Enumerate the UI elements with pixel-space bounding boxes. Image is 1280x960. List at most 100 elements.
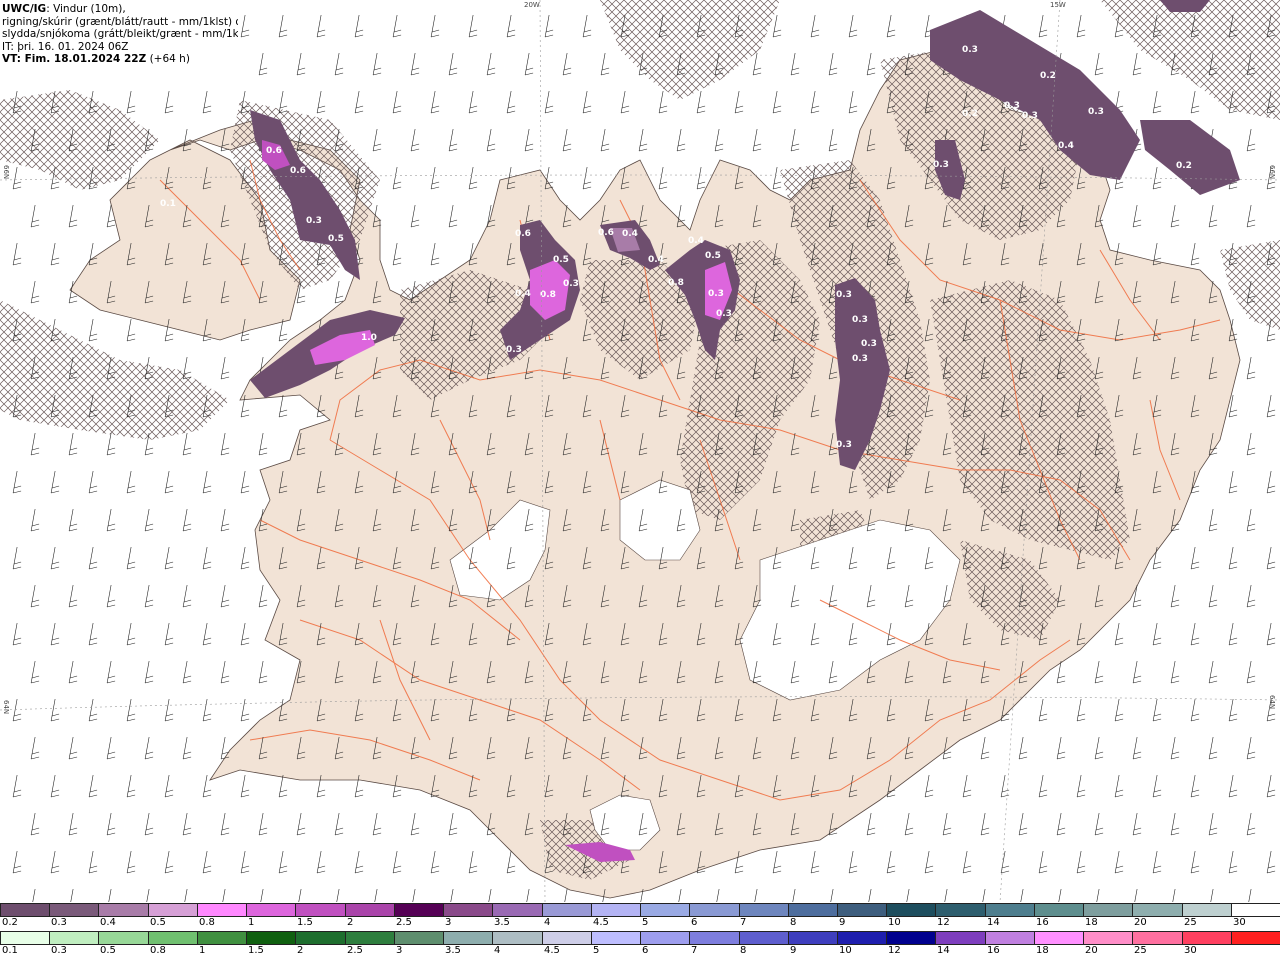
scale-swatch: [1230, 932, 1280, 944]
scale-swatch: [98, 904, 148, 916]
precip-value-label: 0.6: [515, 229, 531, 239]
scale-swatch: [0, 932, 50, 944]
scale-label: 3: [445, 917, 452, 928]
info-line-2: rigning/skúrir (grænt/blátt/rautt - mm/1…: [2, 15, 238, 28]
scale-label: 4: [494, 945, 501, 956]
precip-value-label: 0.3: [1088, 107, 1104, 117]
scale-label: 3: [396, 945, 403, 956]
scale-swatch: [640, 904, 690, 916]
scale-swatch: [443, 904, 493, 916]
scale-label: 4.5: [544, 945, 560, 956]
scale-swatch: [49, 932, 99, 944]
scale-label: 0.8: [150, 945, 166, 956]
info-valid-time: VT: Fim. 18.01.2024 22Z (+64 h): [2, 53, 238, 66]
scale-label: 0.1: [2, 945, 18, 956]
scale-label: 2.5: [396, 917, 412, 928]
precip-value-label: 0.3: [852, 315, 868, 325]
scale-label: 5: [593, 945, 600, 956]
scale-label: 18: [1036, 945, 1049, 956]
scale-swatch: [492, 932, 542, 944]
scale-swatch: [738, 932, 788, 944]
precip-value-label: 0.6: [598, 228, 614, 238]
scale-swatch: [295, 904, 345, 916]
scale-swatch: [1033, 932, 1084, 944]
scale-swatch: [393, 904, 444, 916]
precip-value-label: 0.3: [836, 440, 852, 450]
lead-time: (+64 h): [146, 53, 190, 65]
scale-swatch: [886, 904, 936, 916]
scale-label: 6: [642, 945, 649, 956]
precip-value-label: 0.1: [160, 199, 176, 209]
scale-label: 1: [248, 917, 255, 928]
scale-swatch: [935, 932, 985, 944]
precip-value-label: 1.0: [361, 333, 377, 343]
scale-label: 7: [691, 945, 698, 956]
scale-label: 3.5: [494, 917, 510, 928]
precip-value-label: 0.3: [306, 216, 322, 226]
precip-value-label: 0.4: [648, 255, 664, 265]
scale-swatch: [196, 904, 247, 916]
scale-swatch: [640, 932, 690, 944]
precip-value-label: 0.8: [668, 278, 684, 288]
scale-swatch: [393, 932, 444, 944]
scale-label: 6: [691, 917, 698, 928]
scale-label: 2.5: [347, 945, 363, 956]
precip-value-label: 0.5: [328, 234, 344, 244]
scale-swatch: [590, 932, 641, 944]
scale-swatch: [984, 932, 1034, 944]
scale-swatch: [492, 904, 542, 916]
scale-swatch: [196, 932, 247, 944]
scale-label: 30: [1233, 917, 1246, 928]
scale-swatch: [1083, 932, 1133, 944]
precip-value-label: 0.3: [708, 289, 724, 299]
precip-value-label: 0.4: [250, 97, 266, 107]
scale-label: 12: [937, 917, 950, 928]
info-line-3: slydda/snjókoma (grátt/bleikt/grænt - mm…: [2, 28, 238, 40]
scale-label: 9: [790, 945, 797, 956]
precip-value-label: 0.2: [1176, 161, 1192, 171]
scale-swatch: [344, 904, 394, 916]
precip-value-label: 0.6: [290, 166, 306, 176]
precip-value-label: 0.3: [563, 279, 579, 289]
snow-scale-labels: 0.2 0.3 0.4 0.5 0.8 1 1.5 2 2.5 3 3.5 4 4.5 5 6 7 8 9 10 12…: [0, 917, 1280, 930]
precip-value-label: 0.6: [266, 146, 282, 156]
scale-label: 20: [1134, 917, 1147, 928]
scale-label: 0.5: [150, 917, 166, 928]
scale-swatch: [98, 932, 148, 944]
precip-value-label: 0.4: [622, 229, 638, 239]
scale-label: 18: [1085, 917, 1098, 928]
valid-time-label: VT: Fim. 18.01.2024 22Z: [2, 53, 147, 65]
scale-swatch: [344, 932, 394, 944]
scale-label: 16: [987, 945, 1000, 956]
scale-swatch: [147, 932, 197, 944]
precip-value-label: 0.5: [705, 251, 721, 261]
scale-swatch: [836, 932, 887, 944]
scale-label: 2: [347, 917, 354, 928]
info-line-1-text: : Vindur (10m),: [46, 3, 126, 15]
scale-swatch: [787, 932, 837, 944]
precip-value-label: 0.8: [540, 290, 556, 300]
scale-swatch: [886, 932, 936, 944]
precip-value-label: 0.3: [716, 309, 732, 319]
info-line-1: UWC/IG: Vindur (10m),: [2, 3, 238, 16]
scale-swatch: [590, 904, 641, 916]
scale-label: 9: [839, 917, 846, 928]
scale-swatch: [1181, 904, 1231, 916]
grid-label-right-66n: 66N: [1268, 165, 1276, 180]
scale-swatch: [246, 904, 296, 916]
scale-label: 0.5: [100, 945, 116, 956]
scale-label: 14: [937, 945, 950, 956]
scale-swatch: [1230, 904, 1280, 916]
scale-label: 12: [888, 945, 901, 956]
grid-label-left-64n: 64N: [2, 700, 10, 715]
scale-label: 10: [888, 917, 901, 928]
scale-swatch: [787, 904, 837, 916]
precip-value-label: 0.3: [933, 160, 949, 170]
weather-map: 0.30.20.30.2 0.3 0.30.40.20.30.60.60.40.30…: [0, 0, 1280, 902]
rain-scale-swatches: [0, 931, 1280, 945]
precip-value-label: 0.3: [1022, 111, 1038, 121]
precip-value-label: 0.3: [852, 354, 868, 364]
scale-label: 2: [297, 945, 304, 956]
scale-label: 25: [1134, 945, 1147, 956]
scale-swatch: [295, 932, 345, 944]
